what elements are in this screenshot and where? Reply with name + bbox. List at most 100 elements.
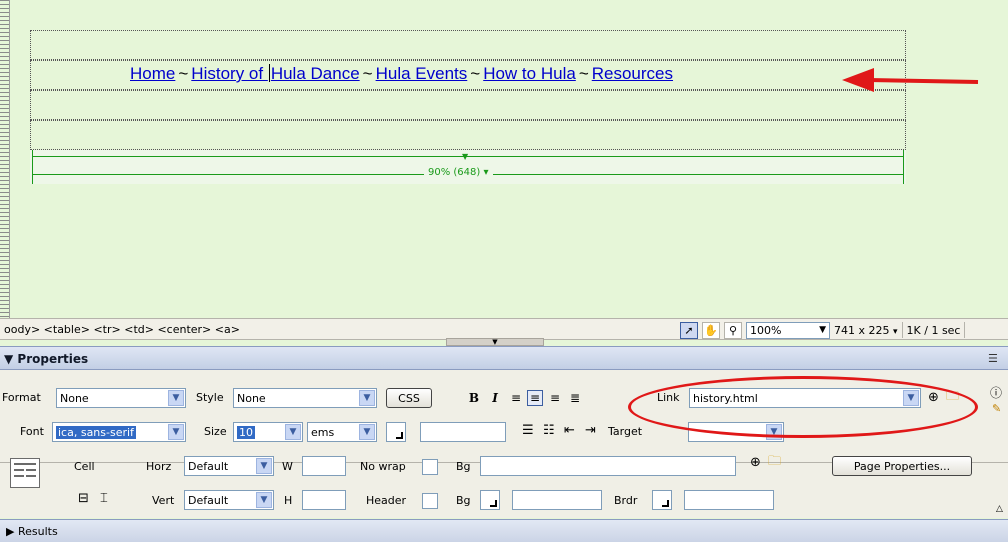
bg-image-input[interactable] (480, 456, 736, 476)
nowrap-checkbox[interactable] (422, 459, 438, 475)
width-marker-icon: ▼ (462, 152, 469, 161)
nav-link-events[interactable]: Hula Events (376, 64, 468, 83)
bg-label: Bg (456, 460, 471, 473)
nowrap-label: No wrap (360, 460, 406, 473)
header-label: Header (366, 494, 407, 507)
folder-icon[interactable]: 🗀 (768, 455, 781, 469)
chevron-down-icon: ▼ (256, 458, 272, 474)
chevron-down-icon: ▼ (256, 492, 272, 508)
page-properties-button[interactable]: Page Properties... (832, 456, 972, 476)
properties-title-text: Properties (17, 352, 89, 366)
download-size: 1K / 1 sec (906, 323, 961, 337)
table-row[interactable] (30, 90, 906, 120)
indent-icon[interactable]: ⇥ (585, 424, 596, 438)
border-color-input[interactable] (684, 490, 774, 510)
cell-icon (10, 458, 40, 488)
chevron-down-icon: ▼ (168, 390, 184, 406)
target-label: Target (608, 425, 643, 438)
table-row[interactable] (30, 120, 906, 150)
panel-options-icon[interactable]: ☰ (988, 352, 998, 365)
divider (901, 322, 903, 338)
tag-selector[interactable]: oody> <table> <tr> <td> <center> <a> (4, 323, 240, 336)
table-width-label[interactable]: 90% (648) ▾ (424, 167, 493, 178)
help-icon[interactable]: ⓘ (990, 386, 1002, 400)
font-select[interactable]: ica, sans-serif ▼ (52, 422, 186, 442)
align-left-icon[interactable]: ≡ (508, 390, 524, 406)
bold-button[interactable]: B (466, 390, 482, 406)
text-color-input[interactable] (420, 422, 506, 442)
format-select[interactable]: None ▼ (56, 388, 186, 408)
height-label: H (284, 494, 293, 507)
font-label: Font (20, 425, 44, 438)
ordered-list-icon[interactable]: ☷ (543, 424, 555, 438)
hand-tool-icon[interactable]: ✋ (702, 321, 720, 339)
bg-color-label: Bg (456, 494, 471, 507)
vert-select[interactable]: Default ▼ (184, 490, 274, 510)
css-button[interactable]: CSS (386, 388, 432, 408)
nav-separator: ~ (362, 64, 373, 83)
window-size-value: 741 x 225 (834, 323, 890, 337)
format-value: None (60, 391, 89, 405)
design-view[interactable]: Home ~ History of Hula Dance ~ Hula Events ~ H… (0, 0, 1008, 318)
quick-tag-editor-icon[interactable]: ✎ (992, 402, 1001, 416)
style-label: Style (196, 391, 224, 404)
header-checkbox[interactable] (422, 493, 438, 509)
style-value: None (237, 391, 266, 405)
unordered-list-icon[interactable]: ☰ (522, 424, 534, 438)
horz-select[interactable]: Default ▼ (184, 456, 274, 476)
nav-link-history[interactable]: History of Hula Dance (191, 64, 360, 83)
style-select[interactable]: None ▼ (233, 388, 377, 408)
cell-height-input[interactable] (302, 490, 346, 510)
size-value: 10 (237, 425, 255, 439)
format-label: Format (2, 391, 41, 404)
panel-collapse-handle[interactable]: ▼ (446, 338, 544, 346)
width-label: W (282, 460, 293, 473)
zoom-tool-icon[interactable]: ⚲ (724, 321, 742, 339)
chevron-down-icon: ▼ (168, 424, 184, 440)
table-width-indicator[interactable]: ▼ 90% (648) ▾ (30, 150, 906, 184)
status-bar: oody> <table> <tr> <td> <center> <a> ➚ ✋… (0, 318, 1008, 340)
vert-value: Default (188, 493, 229, 507)
align-center-icon[interactable]: ≡ (527, 390, 543, 406)
align-justify-icon[interactable]: ≣ (567, 390, 583, 406)
table-row[interactable] (30, 30, 906, 60)
nav-separator: ~ (178, 64, 189, 83)
text-caret (268, 64, 270, 82)
nav-link-resources[interactable]: Resources (592, 64, 673, 83)
annotation-ellipse-icon (628, 376, 978, 438)
nav-link-home[interactable]: Home (130, 64, 175, 83)
size-unit-select[interactable]: ems ▼ (307, 422, 377, 442)
point-to-file-icon[interactable]: ⊕ (750, 456, 761, 470)
zoom-select[interactable]: 100% ▼ (746, 321, 830, 339)
nav-link-howto[interactable]: How to Hula (483, 64, 576, 83)
cell-label: Cell (74, 460, 95, 473)
italic-button[interactable]: I (487, 390, 503, 406)
split-cell-icon[interactable]: ⌶ (100, 492, 108, 506)
size-unit-value: ems (311, 425, 335, 439)
text-color-button[interactable] (386, 422, 406, 442)
window-size-select[interactable]: 741 x 225 ▾ (834, 324, 898, 337)
border-color-button[interactable] (652, 490, 672, 510)
results-title-text: Results (17, 525, 58, 538)
results-panel-header[interactable]: ▶ Results (0, 519, 1008, 542)
merge-cells-icon[interactable]: ⊟ (78, 492, 89, 506)
vertical-ruler (0, 0, 10, 318)
annotation-arrow-icon (842, 68, 979, 92)
vert-label: Vert (152, 494, 175, 507)
cell-width-input[interactable] (302, 456, 346, 476)
zoom-value: 100% (750, 323, 782, 337)
select-tool-icon[interactable]: ➚ (680, 321, 698, 339)
bg-color-button[interactable] (480, 490, 500, 510)
status-tools: ➚ ✋ ⚲ 100% ▼ 741 x 225 ▾ 1K / 1 sec (680, 321, 966, 339)
chevron-down-icon: ▼ (359, 390, 375, 406)
align-right-icon[interactable]: ≡ (547, 390, 563, 406)
size-select[interactable]: 10 ▼ (233, 422, 303, 442)
table-width-text: 90% (648) (428, 167, 481, 178)
nav-separator: ~ (578, 64, 589, 83)
properties-panel-header[interactable]: ▼ Properties ☰ (0, 346, 1008, 370)
outdent-icon[interactable]: ⇤ (564, 424, 575, 438)
font-value: ica, sans-serif (56, 425, 136, 439)
bg-color-input[interactable] (512, 490, 602, 510)
expand-icon[interactable]: △ (996, 502, 1003, 516)
nav-separator: ~ (470, 64, 481, 83)
